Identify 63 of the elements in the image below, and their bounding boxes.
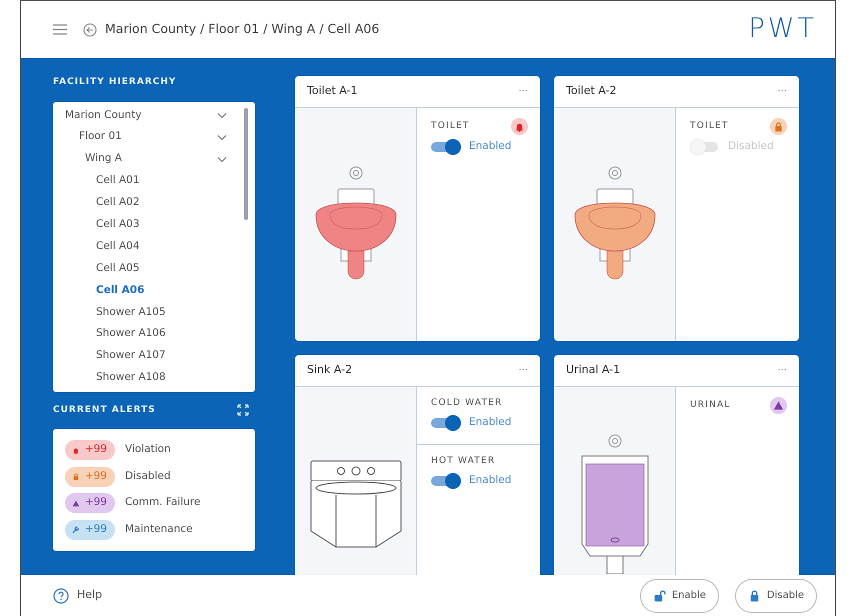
tree-item[interactable]: Cell A04 — [96, 238, 140, 255]
card-title: Toilet A-2 — [566, 83, 617, 100]
tree-item[interactable]: Cell A05 — [96, 260, 140, 277]
control-label: HOT WATER — [431, 455, 496, 468]
breadcrumb: Marion County / Floor 01 / Wing A / Cell A06 — [105, 20, 380, 38]
card-title: Urinal A-1 — [566, 362, 620, 378]
menu-icon[interactable] — [53, 24, 67, 35]
enable-button[interactable]: Enable — [640, 578, 719, 612]
scrollbar[interactable] — [244, 108, 248, 220]
tree-item[interactable]: Marion County — [65, 108, 142, 124]
toggle-status: Enabled — [469, 472, 512, 488]
section-title: FACILITY HIERARCHY — [53, 76, 178, 89]
toggle-status: Enabled — [469, 414, 512, 430]
card-title: Sink A-2 — [307, 362, 352, 378]
alert-count: +99 — [84, 442, 107, 458]
lock-icon — [773, 121, 784, 132]
disable-button[interactable]: Disable — [734, 578, 817, 612]
tree-item[interactable]: Cell A01 — [96, 173, 140, 189]
chevron-down-icon[interactable] — [217, 112, 227, 119]
logo: PWT — [748, 12, 817, 46]
toggle-status: Enabled — [469, 139, 512, 154]
tree-item[interactable]: Cell A06 — [96, 282, 144, 298]
wrench-icon — [72, 524, 80, 536]
chevron-down-icon[interactable] — [217, 156, 227, 163]
more-menu[interactable]: ··· — [518, 363, 528, 378]
tree-item[interactable]: Shower A107 — [96, 348, 166, 364]
tree-item[interactable]: Shower A105 — [96, 304, 166, 320]
more-menu[interactable]: ··· — [518, 84, 528, 99]
lock-icon — [748, 589, 761, 602]
bell-icon — [514, 121, 525, 132]
alert-label: Violation — [125, 442, 171, 458]
alert-label: Maintenance — [125, 522, 193, 537]
control-label: TOILET — [431, 120, 470, 133]
warning-icon — [773, 400, 784, 411]
toggle-switch[interactable] — [431, 414, 461, 430]
control-label: URINAL — [690, 398, 731, 412]
section-title: CURRENT ALERTS — [53, 404, 156, 416]
control-label: TOILET — [690, 120, 729, 133]
alert-count: +99 — [84, 495, 107, 510]
expand-icon[interactable] — [237, 404, 249, 416]
card-title: Toilet A-1 — [307, 83, 358, 100]
lock-icon — [72, 471, 80, 482]
alert-count: +99 — [84, 522, 107, 537]
help-icon[interactable] — [53, 588, 69, 604]
back-icon[interactable] — [83, 22, 97, 36]
toggle-switch[interactable] — [431, 139, 461, 155]
more-menu[interactable]: ··· — [777, 363, 787, 378]
more-menu[interactable]: ··· — [777, 84, 787, 99]
chevron-down-icon[interactable] — [217, 134, 227, 141]
unlocked-lock-icon — [652, 589, 666, 602]
alert-label: Disabled — [125, 468, 171, 484]
tree-item[interactable]: Shower A108 — [96, 370, 166, 386]
toggle-switch[interactable] — [431, 472, 461, 488]
control-label: COLD WATER — [431, 397, 502, 410]
tree-item[interactable]: Cell A03 — [96, 217, 140, 233]
tree-item[interactable]: Cell A02 — [96, 195, 140, 211]
toggle-switch[interactable] — [690, 139, 720, 155]
tree-item[interactable]: Wing A — [85, 151, 122, 168]
tree-item[interactable]: Shower A106 — [96, 326, 166, 342]
help-link[interactable]: Help — [77, 587, 102, 604]
alert-label: Comm. Failure — [125, 495, 200, 510]
alert-count: +99 — [84, 468, 107, 484]
tree-item[interactable]: Floor 01 — [79, 129, 122, 146]
